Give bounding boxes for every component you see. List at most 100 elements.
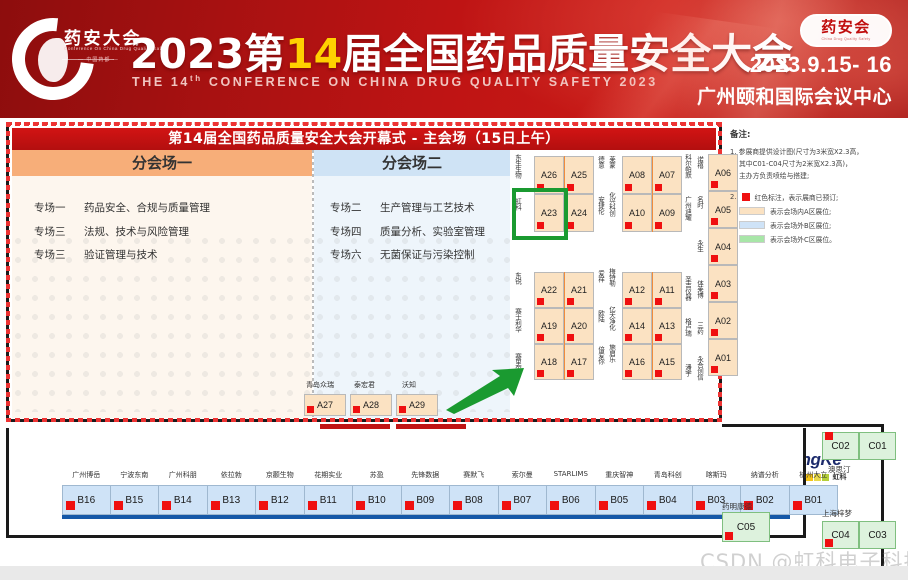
conference-seal: 药安会 China Drug Quality Safety bbox=[800, 14, 892, 47]
legend-zone-c: 表示会场外C区展位。 bbox=[730, 234, 902, 244]
highlight-box-A23 bbox=[512, 188, 568, 240]
booth-label: A25 bbox=[570, 170, 587, 180]
booth-A13[interactable]: A13 bbox=[652, 308, 682, 344]
booth-label: A07 bbox=[658, 170, 675, 180]
banner-title-english: THE 14th CONFERENCE ON CHINA DRUG QUALIT… bbox=[132, 74, 658, 89]
booth-B11[interactable]: 花期实业 B11 bbox=[304, 471, 353, 515]
booth-label: B11 bbox=[319, 494, 337, 506]
booth-label: B04 bbox=[658, 494, 677, 506]
booth-A01[interactable]: A01 bbox=[708, 339, 738, 376]
booth-label: A08 bbox=[628, 170, 645, 180]
aisle-divider bbox=[651, 156, 653, 232]
booth-C02[interactable]: C02 bbox=[822, 432, 859, 460]
seal-subtitle: China Drug Quality Safety bbox=[821, 37, 871, 41]
vendor-label: 永生 bbox=[695, 240, 704, 252]
booth-A09[interactable]: A09 bbox=[652, 194, 682, 232]
booth-label: B14 bbox=[173, 494, 192, 506]
green-pointer-arrow bbox=[446, 368, 524, 414]
booth-C04[interactable]: C04 bbox=[822, 521, 859, 549]
booth-A20[interactable]: A20 bbox=[564, 308, 594, 344]
booth-A28[interactable]: A28 bbox=[350, 394, 392, 416]
booth-A03[interactable]: A03 bbox=[708, 265, 738, 302]
session-tag: 专场三 bbox=[34, 225, 66, 238]
booth-A29[interactable]: A29 bbox=[396, 394, 438, 416]
zone-c-color-swatch bbox=[739, 234, 765, 243]
booth-A02[interactable]: A02 bbox=[708, 302, 738, 339]
legend-zone-a-text: 表示会场内A区展位; bbox=[770, 207, 832, 216]
booth-B07[interactable]: 索尔曼 B07 bbox=[498, 471, 547, 515]
booth-A21[interactable]: A21 bbox=[564, 272, 594, 308]
booth-C05[interactable]: C05 bbox=[722, 512, 770, 542]
booth-A24[interactable]: A24 bbox=[564, 194, 594, 232]
booth-A27[interactable]: A27 bbox=[304, 394, 346, 416]
vendor-label: 广州科朋 bbox=[168, 471, 197, 479]
vendor-label: 花期实业 bbox=[314, 471, 343, 479]
booked-color-swatch bbox=[741, 192, 750, 201]
booth-A25[interactable]: A25 bbox=[564, 156, 594, 194]
booth-A11[interactable]: A11 bbox=[652, 272, 682, 308]
booth-label: B12 bbox=[270, 494, 289, 506]
booth-B10[interactable]: 苏盈 B10 bbox=[353, 471, 402, 515]
vendor-label: 体莱博 bbox=[695, 280, 704, 298]
vendor-label: 三药 bbox=[695, 322, 704, 334]
booth-C03[interactable]: C03 bbox=[859, 521, 896, 549]
vendor-label: 圣吉仪器 bbox=[683, 276, 692, 300]
booth-label: B08 bbox=[464, 494, 483, 506]
booth-A16[interactable]: A16 bbox=[622, 344, 652, 380]
vendor-label: 安捷伦 bbox=[596, 196, 605, 214]
booth-label: A26 bbox=[540, 170, 557, 180]
logo-subtitle: — 中国药都 — bbox=[78, 57, 119, 63]
booth-A18[interactable]: A18 bbox=[534, 344, 564, 380]
booth-C01[interactable]: C01 bbox=[859, 432, 896, 460]
legend-booked: 2. 红色标注，表示展商已预订; bbox=[730, 192, 902, 202]
booth-A14[interactable]: A14 bbox=[622, 308, 652, 344]
session-row: 专场一 药品安全、合规与质量管理 bbox=[34, 202, 312, 215]
booth-A10[interactable]: A10 bbox=[622, 194, 652, 232]
session-text: 法规、技术与风险管理 bbox=[84, 225, 189, 238]
booth-B12[interactable]: 京颧生物 B12 bbox=[256, 471, 305, 515]
vendor-label: 宁波东南 bbox=[120, 471, 149, 479]
vendor-label: 药明康德 bbox=[722, 502, 752, 511]
booth-B09[interactable]: 先锋数据 B09 bbox=[401, 471, 450, 515]
booth-B15[interactable]: 宁波东南 B15 bbox=[110, 471, 159, 515]
notes-title: 备注: bbox=[730, 130, 751, 140]
booth-A12[interactable]: A12 bbox=[622, 272, 652, 308]
booth-A08[interactable]: A08 bbox=[622, 156, 652, 194]
legend-zone-c-text: 表示会场外C区展位。 bbox=[770, 235, 836, 244]
vendor-label: 倍爱你 bbox=[596, 346, 605, 364]
session-tag: 专场四 bbox=[330, 225, 362, 238]
booth-A17[interactable]: A17 bbox=[564, 344, 594, 380]
booth-label: A29 bbox=[408, 400, 425, 410]
booth-A22[interactable]: A22 bbox=[534, 272, 564, 308]
session-tag: 专场二 bbox=[330, 202, 362, 214]
conference-banner: 药安大会 Conference On China Drug Quality Sa… bbox=[0, 0, 908, 118]
aisle-divider bbox=[563, 272, 565, 380]
seating-grid bbox=[12, 236, 312, 412]
vendor-label: 广州迪耀 bbox=[683, 196, 692, 220]
booth-A19[interactable]: A19 bbox=[534, 308, 564, 344]
floorplan-area: 第14届全国药品质量安全大会开幕式 - 主会场（15日上午） 分会场一 专场一 … bbox=[0, 118, 908, 580]
booth-B06[interactable]: STARLIMS B06 bbox=[547, 470, 596, 515]
booth-B14[interactable]: 广州科朋 B14 bbox=[159, 471, 208, 515]
vendor-label: 先锋数据 bbox=[411, 471, 440, 479]
vendor-label: 索尔曼 bbox=[511, 471, 533, 479]
vendor-label: 依拉勃 bbox=[220, 471, 242, 479]
legend-booked-text: 红色标注，表示展商已预订; bbox=[754, 193, 839, 202]
booth-A07[interactable]: A07 bbox=[652, 156, 682, 194]
booth-B05[interactable]: 重庆智神 B05 bbox=[595, 471, 644, 515]
booth-B16[interactable]: 广州博岳 B16 bbox=[62, 471, 111, 515]
vendor-label: 澳思汀 bbox=[828, 465, 851, 474]
session-text: 生产管理与工艺技术 bbox=[380, 202, 475, 214]
conference-date: 2023.9.15- 16 bbox=[749, 52, 892, 77]
vendor-label: 欧陆 bbox=[596, 310, 605, 322]
booth-B04[interactable]: 青岛科创 B04 bbox=[644, 471, 693, 515]
booth-label: A20 bbox=[570, 321, 587, 331]
session-row: 专场二 生产管理与工艺技术 bbox=[330, 202, 510, 215]
vendor-label: 青岛众瑞 bbox=[306, 381, 334, 389]
vendor-label: 沃知 bbox=[402, 381, 416, 389]
booth-label: B15 bbox=[125, 494, 144, 506]
booth-label: B16 bbox=[77, 494, 96, 506]
booth-B08[interactable]: 赛默飞 B08 bbox=[450, 471, 499, 515]
booth-B13[interactable]: 依拉勃 B13 bbox=[207, 471, 256, 515]
booth-A15[interactable]: A15 bbox=[652, 344, 682, 380]
